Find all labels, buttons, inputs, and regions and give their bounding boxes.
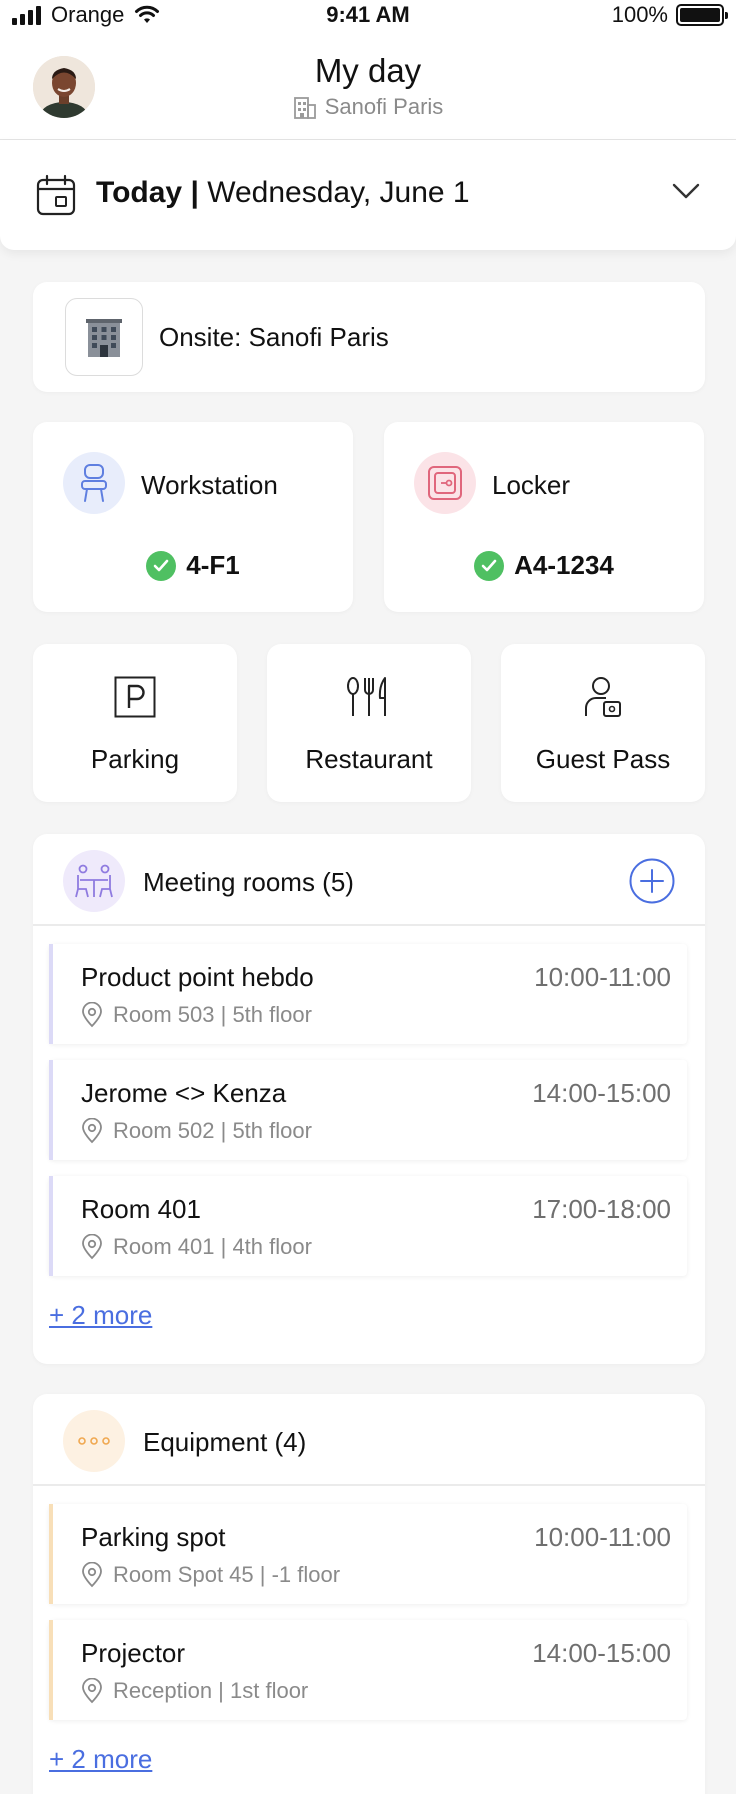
workstation-value: 4-F1 [186,550,240,580]
meeting-item[interactable]: Jerome <> Kenza 14:00-15:00 Room 502 | 5… [49,1060,687,1160]
safe-icon [414,452,476,514]
meeting-more-link[interactable]: + 2 more [49,1300,152,1331]
equipment-location: Room Spot 45 | -1 floor [81,1562,340,1588]
workstation-value-row: 4-F1 [33,550,353,581]
meeting-item[interactable]: Room 401 17:00-18:00 Room 401 | 4th floo… [49,1176,687,1276]
onsite-label: Onsite: Sanofi Paris [159,322,389,352]
meeting-location: Room 503 | 5th floor [81,1002,312,1028]
meeting-location: Room 502 | 5th floor [81,1118,312,1144]
meeting-time: 17:00-18:00 [532,1194,671,1224]
meeting-location: Room 401 | 4th floor [81,1234,312,1260]
site-name: Sanofi Paris [324,94,444,119]
equipment-time: 14:00-15:00 [532,1638,671,1668]
guest-pass-icon [585,677,621,717]
location-text: Room Spot 45 | -1 floor [113,1562,341,1587]
equipment-item[interactable]: Projector 14:00-15:00 Reception | 1st fl… [49,1620,687,1720]
equipment-title: Parking spot [81,1522,226,1552]
check-icon [146,550,177,581]
more-dots-icon [63,1410,125,1472]
parking-icon [114,676,156,718]
location-pin-icon [82,1234,102,1260]
location-text: Room 502 | 5th floor [113,1118,312,1143]
guest-pass-button[interactable]: Guest Pass [501,644,705,802]
workstation-title: Workstation [141,470,278,500]
locker-value: A4-1234 [514,550,614,580]
workstation-card[interactable]: Workstation 4-F1 [33,422,353,612]
battery-icon [676,4,728,26]
add-meeting-button[interactable] [629,858,675,904]
calendar-icon [36,174,76,216]
location-pin-icon [82,1118,102,1144]
parking-button[interactable]: Parking [33,644,237,802]
equipment-time: 10:00-11:00 [534,1522,671,1552]
equipment-title: Projector [81,1638,186,1668]
office-building-icon [65,298,143,376]
chevron-down-icon[interactable] [672,182,700,200]
locker-card[interactable]: Locker A4-1234 [384,422,704,612]
equipment-section: Equipment (4) Parking spot 10:00-11:00 R… [33,1394,705,1794]
date-value: Wednesday, June 1 [207,176,470,209]
locker-title: Locker [492,470,571,500]
guest-pass-label: Guest Pass [535,744,671,774]
check-icon [474,550,505,581]
meeting-item[interactable]: Product point hebdo 10:00-11:00 Room 503… [49,944,687,1044]
parking-label: Parking [90,744,180,774]
equipment-more-link[interactable]: + 2 more [49,1744,152,1775]
meeting-rooms-title: Meeting rooms (5) [143,867,354,897]
location-text: Room 401 | 4th floor [113,1234,312,1259]
status-bar: Orange 9:41 AM 100% [0,0,736,32]
restaurant-label: Restaurant [305,744,433,774]
onsite-card[interactable]: Onsite: Sanofi Paris [33,282,705,392]
meeting-time: 10:00-11:00 [534,962,671,992]
location-pin-icon [82,1562,102,1588]
location-text: Reception | 1st floor [113,1678,309,1703]
cutlery-icon [347,677,386,716]
equipment-title: Equipment (4) [143,1427,307,1457]
location-pin-icon [82,1678,102,1704]
chair-icon [63,452,125,514]
location-pin-icon [82,1002,102,1028]
meeting-title: Jerome <> Kenza [81,1078,287,1108]
date-label: Today | Wednesday, June 1 [96,176,470,210]
equipment-location: Reception | 1st floor [81,1678,308,1704]
meeting-icon [63,850,125,912]
meeting-rooms-header: Meeting rooms (5) [33,834,705,926]
meeting-title: Product point hebdo [81,962,314,992]
page-title: My day [314,52,422,89]
today-label: Today | [96,176,199,209]
equipment-header: Equipment (4) [33,1394,705,1486]
building-icon [293,97,316,119]
equipment-item[interactable]: Parking spot 10:00-11:00 Room Spot 45 | … [49,1504,687,1604]
meeting-title: Room 401 [81,1194,201,1224]
app-header: My day Sanofi Paris [0,32,736,140]
meeting-rooms-section: Meeting rooms (5) Product point hebdo 10… [33,834,705,1364]
date-selector[interactable]: Today | Wednesday, June 1 [0,140,736,250]
locker-value-row: A4-1234 [384,550,704,581]
battery-percent: 100% [611,2,668,27]
status-right: 100% [611,2,728,28]
site-subtitle: Sanofi Paris [0,94,736,120]
meeting-time: 14:00-15:00 [532,1078,671,1108]
restaurant-button[interactable]: Restaurant [267,644,471,802]
location-text: Room 503 | 5th floor [113,1002,312,1027]
